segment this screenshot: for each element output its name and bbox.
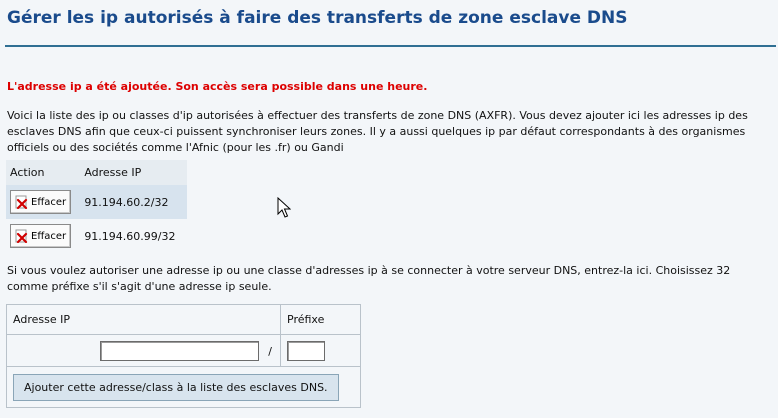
ip-cell: 91.194.60.99/32 (80, 219, 187, 253)
ip-cell: 91.194.60.2/32 (80, 185, 187, 219)
table-row: Effacer 91.194.60.2/32 (6, 185, 187, 219)
prefix-separator: / (268, 345, 272, 358)
page-title: Gérer les ip autorisés à faire des trans… (7, 8, 628, 28)
intro-text: Voici la liste des ip ou classes d'ip au… (7, 109, 748, 154)
delete-x-icon (15, 195, 28, 209)
form-submit-row: Ajouter cette adresse/class à la liste d… (6, 366, 361, 408)
ip-address-input[interactable] (99, 340, 259, 361)
submit-cell: Ajouter cette adresse/class à la liste d… (6, 366, 361, 408)
prefix-input-cell (280, 334, 361, 367)
ip-input-cell: / (6, 334, 281, 367)
table-header-row: Action Adresse IP (6, 160, 187, 185)
delete-button-label: Effacer (31, 196, 67, 208)
column-header-ip: Adresse IP (80, 160, 187, 185)
success-alert: L'adresse ip a été ajoutée. Son accès se… (7, 80, 428, 93)
action-cell: Effacer (6, 219, 81, 253)
delete-button[interactable]: Effacer (10, 224, 72, 248)
form-instructions: Si vous voulez autoriser une adresse ip … (7, 264, 731, 293)
delete-button[interactable]: Effacer (10, 190, 72, 214)
form-input-row: / (6, 334, 361, 367)
form-header-row: Adresse IP Préfixe (6, 304, 361, 335)
form-header-prefix: Préfixe (280, 304, 361, 335)
add-ip-form: Adresse IP Préfixe / Ajouter cette adres… (6, 304, 361, 408)
delete-x-icon (15, 229, 28, 243)
mouse-cursor-icon (277, 197, 291, 218)
add-ip-submit-button[interactable]: Ajouter cette adresse/class à la liste d… (13, 373, 339, 401)
prefix-input[interactable] (287, 340, 325, 361)
allowed-ip-table: Action Adresse IP Effacer 91.194.60.2/32… (6, 160, 187, 253)
column-header-action: Action (6, 160, 81, 185)
title-divider (5, 45, 776, 47)
action-cell: Effacer (6, 185, 81, 219)
table-row: Effacer 91.194.60.99/32 (6, 219, 187, 253)
delete-button-label: Effacer (31, 230, 67, 242)
form-header-ip: Adresse IP (6, 304, 281, 335)
